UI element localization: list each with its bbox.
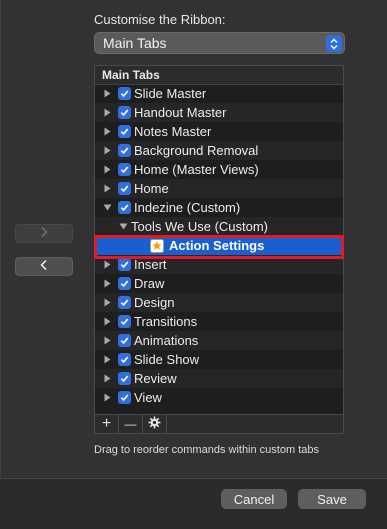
tree-item[interactable]: Slide Show (95, 350, 343, 369)
disclosure-closed-icon[interactable] (103, 103, 112, 122)
tree-item[interactable]: Draw (95, 274, 343, 293)
disclosure-closed-icon[interactable] (103, 331, 112, 350)
disclosure-closed-icon[interactable] (103, 274, 112, 293)
disclosure-open-icon[interactable] (119, 217, 128, 236)
tree-item-label: Slide Show (134, 352, 200, 367)
disclosure-closed-icon[interactable] (103, 388, 112, 407)
tree-item-label: Indezine (Custom) (134, 200, 241, 215)
disclosure-closed-icon[interactable] (103, 179, 112, 198)
plus-icon: + (101, 415, 112, 432)
add-to-ribbon-button[interactable] (15, 224, 73, 243)
tree-item-label: Draw (134, 276, 165, 291)
tree-item[interactable]: Slide Master (95, 84, 343, 103)
settings-button[interactable] (143, 415, 167, 433)
tree-item[interactable]: Insert (95, 255, 343, 274)
tree-item-label: Home (Master Views) (134, 162, 259, 177)
tree-item[interactable]: Animations (95, 331, 343, 350)
chevron-updown-icon (326, 35, 342, 52)
gear-icon (148, 416, 161, 433)
checkbox[interactable] (118, 201, 131, 214)
checkbox[interactable] (118, 163, 131, 176)
tree-item[interactable]: Transitions (95, 312, 343, 331)
chevron-right-icon (40, 225, 48, 243)
tree-item-label: Action Settings (169, 238, 265, 253)
ribbon-select[interactable]: Main Tabs (94, 32, 345, 54)
disclosure-closed-icon[interactable] (103, 350, 112, 369)
disclosure-open-icon[interactable] (103, 198, 112, 217)
tree-item-label: Review (134, 371, 177, 386)
chevron-left-icon (40, 258, 48, 276)
tree-item-label: Notes Master (134, 124, 212, 139)
checkbox[interactable] (118, 144, 131, 157)
tree-item[interactable]: Home (95, 179, 343, 198)
star-icon (150, 238, 164, 253)
tree-item-label: Insert (134, 257, 167, 272)
tree-item[interactable]: Tools We Use (Custom) (95, 217, 343, 236)
checkbox[interactable] (118, 353, 131, 366)
tree-item-label: Handout Master (134, 105, 227, 120)
tree-item[interactable]: Indezine (Custom) (95, 198, 343, 217)
checkbox[interactable] (118, 182, 131, 195)
tree-item[interactable]: View (95, 388, 343, 407)
tree-item[interactable]: Review (95, 369, 343, 388)
checkbox[interactable] (118, 87, 131, 100)
checkbox[interactable] (118, 372, 131, 385)
add-button[interactable]: + (95, 415, 119, 433)
tree-item[interactable]: Background Removal (95, 141, 343, 160)
divider (0, 0, 1, 479)
tree-item-label: View (134, 390, 162, 405)
cancel-button[interactable]: Cancel (221, 489, 287, 509)
remove-button[interactable]: — (119, 415, 143, 433)
disclosure-closed-icon[interactable] (103, 293, 112, 312)
tree-item-label: Animations (134, 333, 199, 348)
tree-item[interactable]: Design (95, 293, 343, 312)
tree-item-label: Transitions (134, 314, 198, 329)
tree-item-label: Slide Master (134, 86, 207, 101)
checkbox[interactable] (118, 334, 131, 347)
disclosure-closed-icon[interactable] (103, 122, 112, 141)
tree-item[interactable]: Notes Master (95, 122, 343, 141)
ribbon-select-value: Main Tabs (103, 35, 167, 51)
save-button[interactable]: Save (298, 489, 366, 509)
tree-item[interactable]: Home (Master Views) (95, 160, 343, 179)
tree-item-label: Tools We Use (Custom) (131, 219, 269, 234)
disclosure-closed-icon[interactable] (103, 255, 112, 274)
minus-icon: — (124, 417, 137, 431)
tree-footer: + — (94, 414, 344, 434)
tree-item[interactable]: Handout Master (95, 103, 343, 122)
disclosure-closed-icon[interactable] (103, 160, 112, 179)
disclosure-closed-icon[interactable] (103, 369, 112, 388)
remove-from-ribbon-button[interactable] (15, 257, 73, 276)
tree-item-selected[interactable]: Action Settings (95, 236, 343, 255)
disclosure-closed-icon[interactable] (103, 312, 112, 331)
disclosure-closed-icon[interactable] (103, 141, 112, 160)
checkbox[interactable] (118, 391, 131, 404)
reorder-hint: Drag to reorder commands within custom t… (94, 444, 319, 456)
tree-item-label: Background Removal (134, 143, 259, 158)
tree-item-label: Home (134, 181, 169, 196)
disclosure-closed-icon[interactable] (103, 84, 112, 103)
checkbox[interactable] (118, 106, 131, 119)
checkbox[interactable] (118, 258, 131, 271)
ribbon-tabs-tree[interactable]: Main Tabs Slide Master Handout Master Note… (94, 65, 344, 434)
tree-item-label: Design (134, 295, 175, 310)
checkbox[interactable] (118, 277, 131, 290)
tree-header: Main Tabs (95, 66, 343, 85)
checkbox[interactable] (118, 315, 131, 328)
ribbon-label: Customise the Ribbon: (94, 12, 226, 27)
checkbox[interactable] (118, 296, 131, 309)
checkbox[interactable] (118, 125, 131, 138)
